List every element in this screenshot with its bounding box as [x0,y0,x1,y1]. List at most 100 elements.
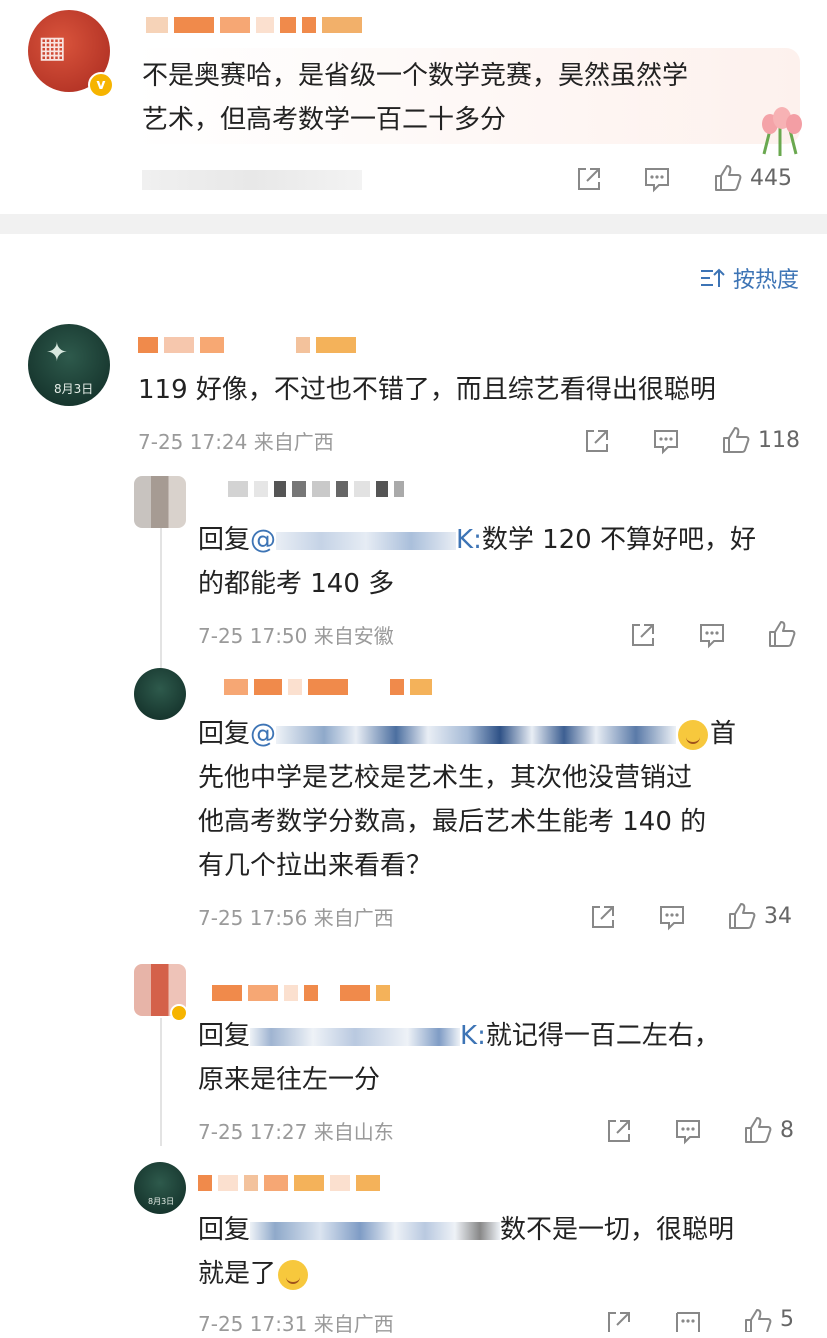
mention-blurred[interactable] [276,531,457,550]
mention-at[interactable]: @ [250,525,276,555]
reply-text: 就记得一百二左右， [485,1021,720,1051]
reply-meta: 7-25 17:31 来自广西 [198,1312,394,1336]
blur-block [274,481,286,497]
reply-prefix: 回复 [198,525,251,555]
reply-text: 就是了 [198,1259,277,1289]
blur-block [354,481,370,497]
username-blurred[interactable] [146,14,362,36]
like-count: 8 [780,1117,794,1143]
reply-text-line1: 回复 数不是一切，很聪明 [198,1208,734,1252]
share-button[interactable] [574,164,604,194]
like-icon [745,1117,772,1143]
blur-block [296,337,310,353]
share-button[interactable] [604,1308,634,1332]
reply-text: 数不是一切，很聪明 [500,1215,735,1245]
comment-button[interactable] [642,164,672,194]
comment-button[interactable] [697,620,727,650]
blur-block [284,985,298,1001]
blur-block [164,337,194,353]
smile-emoji-icon [278,1259,309,1290]
like-icon [745,1309,772,1332]
blur-block [410,679,432,695]
reply-text-line4: 有几个拉出来看看？ [198,851,433,881]
blur-block [248,985,278,1001]
like-count: 118 [758,427,800,453]
blur-block [212,985,242,1001]
avatar[interactable] [134,668,186,720]
comment-text: 119 好像，不过也不错了，而且综艺看得出很聪明 [138,375,716,405]
like-button[interactable]: 8 [742,1114,794,1146]
username-blurred[interactable] [224,676,432,698]
like-button[interactable]: 445 [712,162,792,194]
sort-button[interactable]: 按热度 [699,262,799,294]
share-icon [578,168,600,190]
blur-block [294,1175,324,1191]
share-button[interactable] [588,902,618,932]
mention-tail[interactable]: K: [460,1021,486,1051]
share-button[interactable] [604,1116,634,1146]
post-text-line2: 艺术，但高考数学一百二十多分 [142,105,507,135]
blur-block [356,1175,380,1191]
mention-at[interactable]: @ [250,719,276,749]
share-button[interactable] [582,426,612,456]
sort-label: 按热度 [732,268,799,293]
username-blurred[interactable] [138,334,356,356]
reply-text-line2: 先他中学是艺校是艺术生，其次他没营销过 [198,763,693,793]
mention-blurred[interactable] [276,725,677,744]
avatar[interactable]: 8月3日 [134,1162,186,1214]
source-blurred [142,170,362,190]
thread-line [160,528,162,674]
thinking-emoji-icon [678,719,709,750]
blur-block [280,17,296,33]
avatar-art: ✦ [46,338,68,368]
username-blurred[interactable] [228,478,404,500]
reply-text-line1: 回复 K:就记得一百二左右， [198,1014,720,1058]
share-icon [608,1312,630,1332]
avatar-art: 8月3日 [148,1197,175,1206]
like-count: 34 [764,903,792,929]
like-button[interactable]: 5 [742,1306,794,1332]
blur-block [376,481,388,497]
like-button[interactable]: 34 [726,900,792,932]
blur-block [394,481,404,497]
like-count: 5 [780,1306,794,1332]
blur-block [302,17,316,33]
reply-prefix: 回复 [198,1215,251,1245]
blur-block [304,985,318,1001]
username-blurred[interactable] [212,982,390,1004]
blur-block [264,1175,288,1191]
like-icon [769,621,796,647]
comment-icon [700,624,724,649]
share-button[interactable] [628,620,658,650]
reply-meta: 7-25 17:50 来自安徽 [198,624,394,648]
blur-block [224,679,248,695]
reply-text-line2: 的都能考 140 多 [198,569,395,599]
username-blurred[interactable] [198,1172,380,1194]
avatar[interactable] [134,476,186,528]
share-icon [592,906,614,928]
reply-prefix: 回复 [198,1021,251,1051]
blur-block [340,985,370,1001]
blur-block [198,1175,212,1191]
mention-blurred[interactable] [250,1221,501,1240]
blur-block [390,679,404,695]
like-button[interactable] [766,618,798,650]
comment-button[interactable] [651,426,681,456]
mention-blurred[interactable] [250,1027,461,1046]
blur-block [336,481,348,497]
mention-tail[interactable]: K: [456,525,482,555]
verified-badge-icon: v [88,72,114,98]
blur-block [316,337,356,353]
comment-button[interactable] [673,1116,703,1146]
reply-meta: 7-25 17:56 来自广西 [198,906,394,930]
comment-button[interactable] [657,902,687,932]
blur-block [220,17,250,33]
blur-block [312,481,330,497]
like-button[interactable]: 118 [720,424,800,456]
comment-icon [660,906,684,931]
avatar[interactable]: ✦ 8月3日 [28,324,110,406]
comment-button[interactable] [673,1308,703,1332]
comment-icon [676,1120,700,1145]
post-text-line1: 不是奥赛哈，是省级一个数学竞赛，昊然虽然学 [142,61,689,91]
comment-icon [654,430,678,455]
